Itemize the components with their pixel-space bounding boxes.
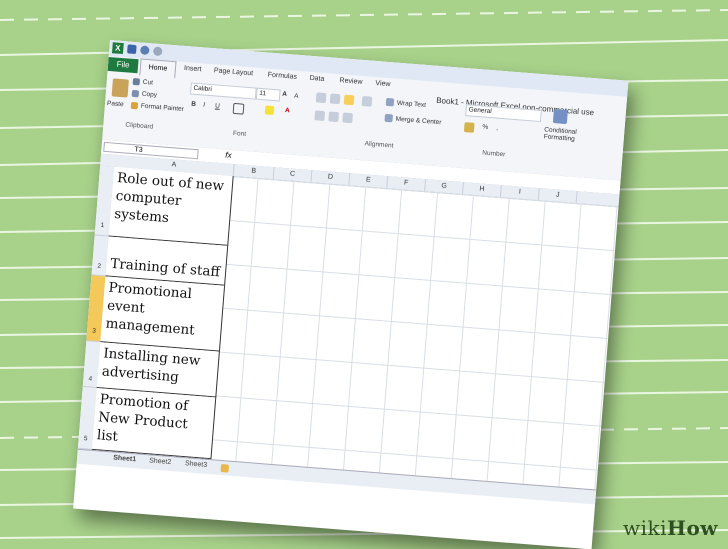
redo-icon[interactable] <box>152 46 163 57</box>
undo-icon[interactable] <box>139 45 150 56</box>
wikihow-logo: wikiHow <box>623 516 718 540</box>
font-size-select[interactable]: 11 <box>255 87 281 102</box>
align-left-icon[interactable] <box>314 110 326 122</box>
percent-button[interactable]: % <box>482 123 488 130</box>
paste-icon[interactable] <box>111 78 129 98</box>
logo-how: How <box>667 516 718 540</box>
italic-button[interactable]: I <box>203 102 205 109</box>
cut-icon <box>132 77 141 86</box>
borders-icon[interactable] <box>232 102 245 115</box>
clipboard-group-label: Clipboard <box>125 121 154 131</box>
currency-icon[interactable] <box>463 122 475 133</box>
font-group-label: Font <box>232 129 247 138</box>
underline-button[interactable]: U <box>215 102 220 109</box>
tab-insert[interactable]: Insert <box>184 65 202 73</box>
wrap-text-button[interactable]: Wrap Text <box>397 100 426 109</box>
format-painter-button[interactable]: Format Painter <box>141 103 184 113</box>
tab-home[interactable]: Home <box>139 58 177 79</box>
tab-page-layout[interactable]: Page Layout <box>214 67 254 77</box>
align-right-icon[interactable] <box>342 112 353 124</box>
excel-app-icon: X <box>111 42 124 55</box>
font-name-select[interactable]: Calibri <box>189 82 257 100</box>
merge-center-icon <box>384 113 394 123</box>
conditional-formatting-icon <box>552 109 568 125</box>
alignment-group-label: Alignment <box>364 140 394 150</box>
number-group-label: Number <box>482 149 506 159</box>
cut-button[interactable]: Cut <box>143 79 154 87</box>
save-icon[interactable] <box>127 44 137 55</box>
align-top-icon[interactable] <box>315 92 327 104</box>
wrap-text-icon <box>385 97 395 107</box>
comma-button[interactable]: , <box>496 125 498 132</box>
tab-data[interactable]: Data <box>309 75 324 83</box>
excel-window: X Book1 - Microsoft Excel non-commercial… <box>73 40 629 549</box>
cell-a1[interactable]: Role out of new computer systems <box>108 166 234 246</box>
tab-view[interactable]: View <box>375 80 391 88</box>
tab-file[interactable]: File <box>107 56 139 74</box>
copy-icon <box>131 89 140 98</box>
merge-center-button[interactable]: Merge & Center <box>395 116 441 127</box>
sheet-tab-1[interactable]: Sheet1 <box>113 455 136 464</box>
new-sheet-icon[interactable] <box>220 464 230 473</box>
align-bottom-icon[interactable] <box>343 94 355 106</box>
tab-review[interactable]: Review <box>339 77 362 86</box>
conditional-formatting-button[interactable]: Conditional Formatting <box>543 126 584 143</box>
logo-wiki: wiki <box>623 516 668 540</box>
cell-a3[interactable]: Promotional event management <box>100 276 226 352</box>
fill-color-icon[interactable] <box>264 105 275 116</box>
cell-a5[interactable]: Promotion of New Product list <box>91 388 217 460</box>
bold-button[interactable]: B <box>191 101 196 108</box>
paste-button[interactable]: Paste <box>107 100 124 108</box>
fx-icon[interactable]: fx <box>225 150 232 159</box>
sheet-tab-2[interactable]: Sheet2 <box>149 457 172 466</box>
align-middle-icon[interactable] <box>329 93 341 105</box>
format-painter-icon <box>130 101 139 110</box>
copy-button[interactable]: Copy <box>142 91 158 99</box>
align-center-icon[interactable] <box>328 111 340 123</box>
grow-font-button[interactable]: A <box>282 91 287 98</box>
shrink-font-button[interactable]: A <box>294 93 299 100</box>
font-color-button[interactable]: A <box>285 107 290 114</box>
tab-formulas[interactable]: Formulas <box>267 71 297 80</box>
orientation-icon[interactable] <box>361 95 373 107</box>
sheet-tab-3[interactable]: Sheet3 <box>185 460 208 469</box>
